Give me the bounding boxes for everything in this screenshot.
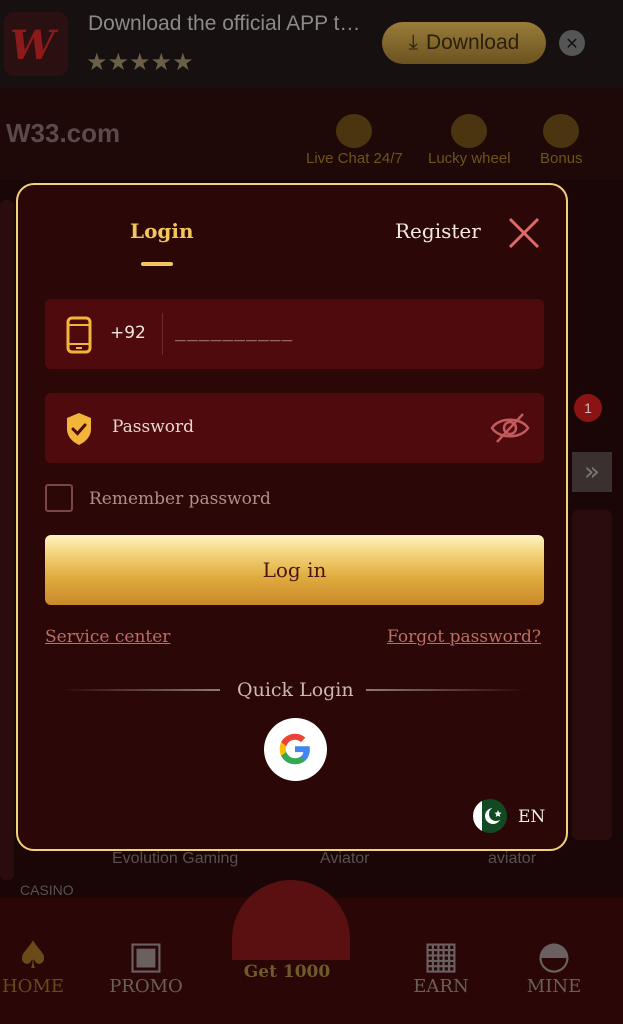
nav-home[interactable]: ♠ HOME: [0, 934, 78, 997]
phone-input[interactable]: __________: [175, 321, 293, 342]
eye-hidden-icon[interactable]: [489, 409, 531, 447]
download-label: Download: [425, 31, 520, 54]
country-code-selector[interactable]: +92: [110, 323, 146, 343]
notification-badge: 1: [574, 394, 602, 422]
app-logo: W: [4, 12, 68, 76]
login-button[interactable]: Log in: [45, 535, 544, 605]
service-center-link[interactable]: Service center: [45, 627, 170, 647]
login-modal: Login Register +92 __________ Password R: [16, 183, 568, 851]
background-content: [0, 200, 14, 880]
field-divider: [162, 313, 163, 355]
nav-promo[interactable]: ▣ PROMO: [101, 934, 191, 997]
remember-password-checkbox[interactable]: [45, 484, 73, 512]
chevrons-right-icon[interactable]: »: [572, 452, 612, 492]
user-icon: ◓: [537, 933, 571, 977]
coupon-icon: ▣: [128, 933, 164, 977]
app-download-banner: W Download the official APP t… ★★★★★ ⤓ D…: [0, 0, 623, 88]
password-input[interactable]: Password: [112, 417, 194, 437]
top-bar: W33.com Live Chat 24/7 Lucky wheel Bonus: [0, 88, 623, 180]
download-button[interactable]: ⤓ Download: [382, 22, 546, 64]
google-icon: [279, 733, 310, 765]
brand-logo: W33.com: [6, 118, 121, 148]
game-label: Evolution Gaming: [112, 850, 239, 867]
gift-icon: [543, 114, 580, 148]
game-label: Aviator: [320, 850, 370, 867]
google-login-button[interactable]: [264, 718, 327, 781]
shield-icon: [67, 413, 91, 445]
divider-line: [366, 689, 526, 691]
wheel-icon: [451, 114, 488, 148]
rating-stars: ★★★★★: [86, 48, 194, 76]
download-icon: ⤓: [408, 31, 418, 54]
divider-line: [60, 689, 220, 691]
password-field[interactable]: Password: [45, 393, 544, 463]
quick-login-label: Quick Login: [237, 679, 354, 701]
language-selector[interactable]: EN: [518, 807, 545, 827]
background-game-tile: [572, 510, 612, 840]
active-tab-indicator: [141, 262, 173, 266]
banner-title: Download the official APP t…: [88, 12, 361, 35]
forgot-password-link[interactable]: Forgot password?: [387, 627, 541, 647]
gift-icon: ▦: [423, 933, 459, 977]
banner-close-icon[interactable]: ✕: [559, 30, 585, 56]
game-label: aviator: [488, 850, 537, 867]
spade-icon: ♠: [15, 933, 51, 977]
casino-label: CASINO: [20, 882, 74, 898]
wheel-icon[interactable]: [232, 880, 350, 960]
phone-field[interactable]: +92 __________: [45, 299, 544, 369]
get-1000-button[interactable]: Get 1000: [232, 962, 342, 982]
nav-mine[interactable]: ◓ MINE: [509, 934, 599, 997]
tab-register[interactable]: Register: [395, 219, 481, 243]
remember-password-label: Remember password: [89, 489, 271, 509]
headset-icon: [336, 114, 373, 148]
live-chat-button[interactable]: Live Chat 24/7: [306, 114, 403, 167]
tab-login[interactable]: Login: [130, 219, 194, 243]
nav-earn[interactable]: ▦ EARN: [396, 934, 486, 997]
phone-icon: [66, 316, 92, 354]
bonus-button[interactable]: Bonus: [540, 114, 583, 167]
pakistan-flag-icon[interactable]: [473, 799, 507, 833]
lucky-wheel-button[interactable]: Lucky wheel: [428, 114, 511, 167]
close-icon[interactable]: [504, 213, 544, 253]
